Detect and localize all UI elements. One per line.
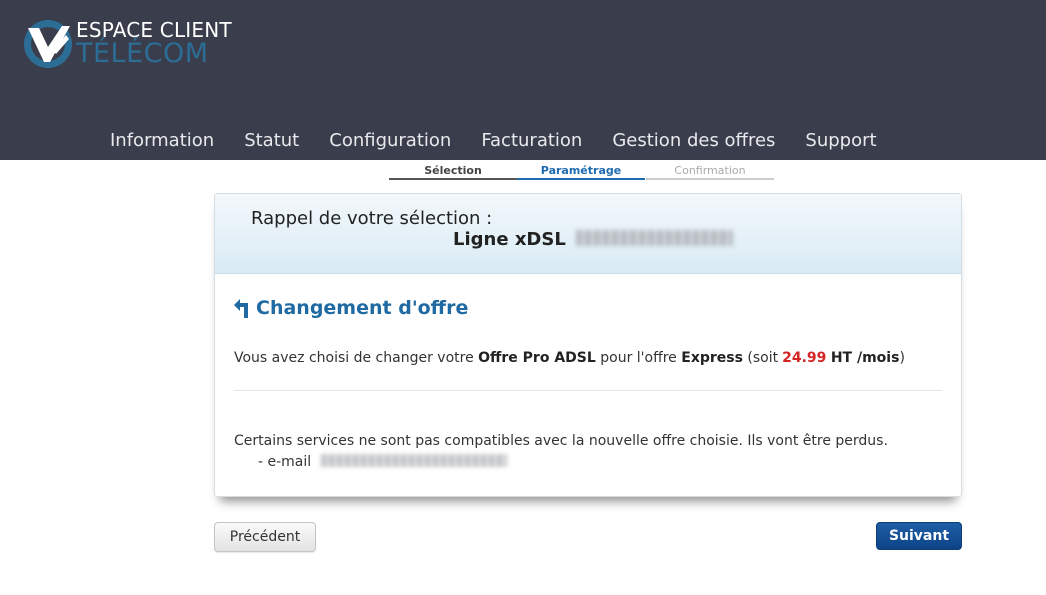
price-open: (soit	[747, 350, 779, 366]
selection-recall-header: Rappel de votre sélection : Ligne xDSL	[215, 194, 961, 274]
site-header: ESPACE CLIENT TÉLÉCOM Information Statut…	[0, 0, 1046, 160]
summary-middle: pour l'offre	[600, 350, 677, 366]
compatibility-warning: Certains services ne sont pas compatible…	[234, 433, 888, 449]
summary-prefix: Vous avez choisi de changer votre	[234, 350, 474, 366]
section-title-text: Changement d'offre	[256, 297, 469, 319]
nav-item-support[interactable]: Support	[790, 128, 891, 154]
previous-button[interactable]: Précédent	[214, 522, 316, 552]
price-unit: HT /mois	[830, 350, 900, 366]
step-parametrage: Paramétrage	[517, 163, 645, 180]
section-divider	[234, 390, 942, 391]
line-number-redacted	[576, 230, 734, 246]
step-selection-bar	[389, 178, 517, 180]
new-offer: Express	[681, 350, 743, 366]
step-parametrage-label: Paramétrage	[540, 164, 622, 177]
return-arrow-icon	[234, 299, 248, 318]
nav-item-information[interactable]: Information	[95, 128, 229, 154]
step-confirmation-bar	[646, 178, 774, 180]
next-button[interactable]: Suivant	[876, 522, 962, 550]
step-selection: Sélection	[389, 163, 517, 180]
current-offer: Offre Pro ADSL	[478, 350, 596, 366]
step-confirmation-label: Confirmation	[674, 164, 746, 177]
offer-price: 24.99	[782, 350, 827, 366]
recall-title: Rappel de votre sélection :	[251, 208, 493, 229]
logo-check-icon	[24, 20, 72, 68]
lost-service-label: - e-mail	[258, 454, 312, 470]
offer-summary: Vous avez choisi de changer votre Offre …	[234, 350, 905, 366]
offer-change-panel: Rappel de votre sélection : Ligne xDSL C…	[214, 193, 962, 497]
brand-line2: TÉLÉCOM	[76, 38, 209, 69]
nav-item-facturation[interactable]: Facturation	[466, 128, 597, 154]
price-close: )	[899, 350, 905, 366]
step-selection-label: Sélection	[424, 164, 482, 177]
main-nav: Information Statut Configuration Factura…	[95, 128, 892, 154]
step-confirmation: Confirmation	[646, 163, 774, 180]
nav-item-statut[interactable]: Statut	[229, 128, 314, 154]
lost-service-item: - e-mail	[258, 454, 507, 470]
brand-logo[interactable]: ESPACE CLIENT TÉLÉCOM	[22, 17, 232, 71]
nav-item-gestion-offres[interactable]: Gestion des offres	[597, 128, 790, 154]
email-redacted	[320, 454, 507, 467]
progress-stepper: Sélection Paramétrage Confirmation	[389, 163, 774, 183]
section-title: Changement d'offre	[234, 296, 468, 320]
line-label: Ligne xDSL	[453, 229, 734, 250]
line-label-text: Ligne xDSL	[453, 229, 566, 250]
nav-item-configuration[interactable]: Configuration	[314, 128, 466, 154]
step-parametrage-bar	[517, 178, 645, 180]
